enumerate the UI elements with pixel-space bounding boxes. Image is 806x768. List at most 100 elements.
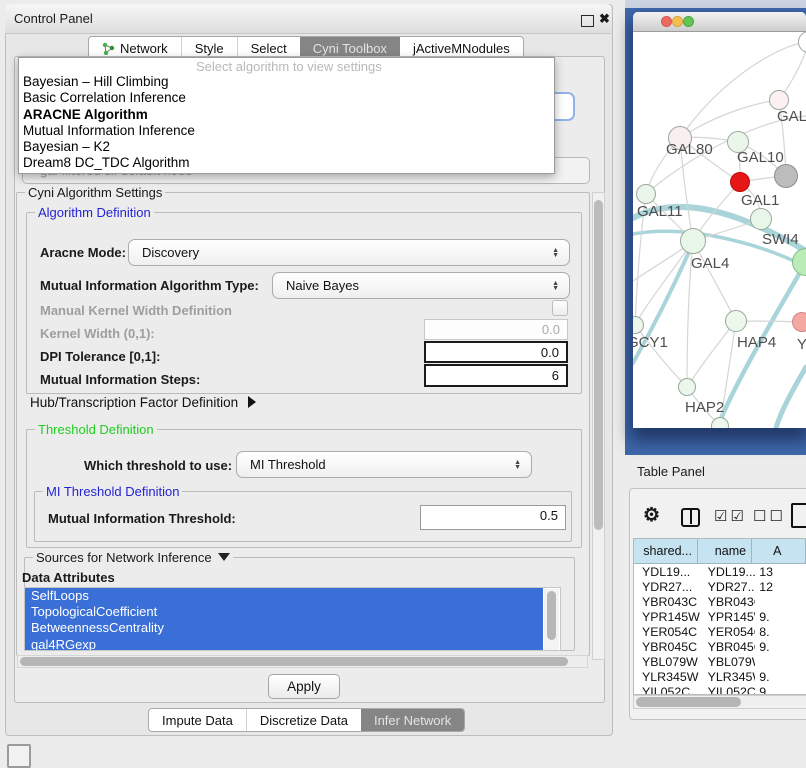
docked-panel-icon[interactable]: [7, 744, 31, 768]
table-cell: 8.: [755, 624, 806, 639]
manual-kernel-checkbox[interactable]: [552, 300, 568, 316]
mi-type-label: Mutual Information Algorithm Type:: [40, 278, 259, 293]
table-row[interactable]: YPR145WYPR145W9.: [634, 609, 806, 624]
node-label: GAL10: [737, 149, 784, 166]
aracne-mode-combobox[interactable]: Discovery ▲▼: [128, 239, 570, 266]
minimize-traffic-light-icon[interactable]: [672, 16, 683, 27]
dropdown-item[interactable]: Bayesian – K2: [19, 139, 554, 155]
mi-threshold-definition-title: MI Threshold Definition: [43, 484, 182, 499]
aracne-mode-value: Discovery: [142, 245, 199, 260]
sources-title: Sources for Network Inference: [36, 550, 212, 565]
table-cell: YIL052C: [634, 685, 700, 695]
table-cell: YER054C: [700, 624, 756, 639]
table-cell: YLR345W: [634, 670, 700, 685]
apply-button[interactable]: Apply: [268, 674, 340, 699]
checked-boxes-icon[interactable]: ☑☑: [714, 507, 747, 525]
network-node[interactable]: [711, 417, 729, 428]
tab-label: Discretize Data: [260, 713, 348, 728]
table-row[interactable]: YIL052CYIL052C9: [634, 685, 806, 695]
table-cell: YBR043C: [700, 594, 756, 609]
dpi-tolerance-field[interactable]: 0.0: [424, 341, 568, 363]
kernel-width-field[interactable]: 0.0: [424, 319, 568, 340]
table-cell: YDR27...: [634, 579, 700, 594]
control-panel-title: Control Panel: [14, 11, 93, 26]
network-node[interactable]: [792, 312, 806, 332]
manual-kernel-label: Manual Kernel Width Definition: [40, 303, 232, 318]
tab-label: Select: [251, 41, 287, 56]
table-row[interactable]: YDL19...YDL19...13: [634, 564, 806, 579]
which-threshold-combobox[interactable]: MI Threshold ▲▼: [236, 451, 532, 478]
bottom-tab-discretize-data[interactable]: Discretize Data: [246, 709, 361, 731]
table-column-header[interactable]: A: [752, 539, 806, 563]
table-cell: 12: [755, 579, 806, 594]
data-attributes-label: Data Attributes: [22, 570, 115, 585]
table-row[interactable]: YER054CYER054C8.: [634, 624, 806, 639]
table-cell: 9.: [755, 639, 806, 654]
attribute-list-item[interactable]: gal4RGexp: [25, 637, 543, 651]
bottom-tab-impute-data[interactable]: Impute Data: [149, 709, 246, 731]
table-cell: [755, 594, 806, 609]
settings-vertical-scrollbar-thumb[interactable]: [594, 200, 603, 530]
dropdown-item[interactable]: Mutual Information Inference: [19, 123, 554, 139]
network-window-titlebar[interactable]: [633, 12, 806, 32]
table-cell: YDR27...: [700, 579, 756, 594]
network-node[interactable]: [769, 90, 789, 110]
node-label: Y: [797, 336, 806, 353]
document-icon[interactable]: [791, 503, 806, 528]
node-table[interactable]: shared...nameA YDL19...YDL19...13YDR27..…: [633, 538, 806, 695]
data-attributes-list[interactable]: SelfLoopsTopologicalCoefficientBetweenne…: [24, 587, 561, 651]
table-row[interactable]: YLR345WYLR345W9.: [634, 670, 806, 685]
control-panel-titlebar: [5, 4, 611, 34]
attributes-scrollbar[interactable]: [544, 589, 559, 650]
table-column-header[interactable]: shared...: [634, 539, 698, 563]
attribute-list-item[interactable]: BetweennessCentrality: [25, 620, 543, 636]
network-node[interactable]: [678, 378, 696, 396]
dropdown-item[interactable]: Basic Correlation Inference: [19, 90, 554, 106]
tab-label: Impute Data: [162, 713, 233, 728]
network-node[interactable]: [636, 184, 656, 204]
mi-threshold-field[interactable]: 0.5: [420, 505, 566, 530]
network-node[interactable]: [730, 172, 750, 192]
mi-steps-label: Mutual Information Steps:: [40, 372, 200, 387]
zoom-traffic-light-icon[interactable]: [683, 16, 694, 27]
bottom-tab-infer-network[interactable]: Infer Network: [361, 709, 464, 731]
unchecked-boxes-icon[interactable]: ☐☐: [753, 507, 786, 525]
dropdown-item[interactable]: Bayesian – Hill Climbing: [19, 74, 554, 90]
network-canvas[interactable]: GALGAL80GAL10GAL1GAL11SWI4GAL4GCY1HAP4YH…: [633, 31, 806, 428]
table-cell: YDL19...: [700, 564, 756, 579]
table-row[interactable]: YDR27...YDR27...12: [634, 579, 806, 594]
algorithm-dropdown-popup: Select algorithm to view settings Bayesi…: [18, 57, 555, 174]
mi-type-combobox[interactable]: Naive Bayes ▲▼: [272, 272, 570, 299]
table-cell: YBL079W: [634, 655, 700, 670]
settings-horizontal-scrollbar-thumb[interactable]: [20, 657, 568, 666]
network-node[interactable]: [750, 208, 772, 230]
sources-expander[interactable]: Sources for Network Inference: [33, 550, 233, 565]
mi-steps-field[interactable]: 6: [424, 364, 568, 387]
close-icon[interactable]: ✖: [599, 11, 610, 27]
table-horizontal-scrollbar-thumb[interactable]: [636, 697, 741, 707]
table-cell: YBR045C: [700, 639, 756, 654]
dropdown-item[interactable]: Dream8 DC_TDC Algorithm: [19, 155, 554, 171]
table-column-header[interactable]: name: [698, 539, 752, 563]
network-node[interactable]: [725, 310, 747, 332]
table-panel-title: Table Panel: [637, 464, 705, 479]
float-window-icon[interactable]: [581, 15, 594, 27]
attribute-list-item[interactable]: SelfLoops: [25, 588, 543, 604]
table-cell: YBR043C: [634, 594, 700, 609]
hub-definition-expander[interactable]: Hub/Transcription Factor Definition: [30, 395, 256, 410]
collapse-arrow-icon: [218, 553, 230, 561]
gear-icon[interactable]: ⚙: [643, 504, 660, 527]
tab-label: Cyni Toolbox: [313, 41, 387, 56]
table-row[interactable]: YBR043CYBR043C: [634, 594, 806, 609]
network-node[interactable]: [680, 228, 706, 254]
algorithm-dropdown-placeholder: Select algorithm to view settings: [19, 58, 554, 74]
table-cell: 9.: [755, 609, 806, 624]
table-row[interactable]: YBL079WYBL079W: [634, 655, 806, 670]
close-traffic-light-icon[interactable]: [661, 16, 672, 27]
stepper-arrows-icon: ▲▼: [552, 248, 559, 258]
dropdown-item[interactable]: ARACNE Algorithm: [19, 107, 554, 123]
table-row[interactable]: YBR045CYBR045C9.: [634, 639, 806, 654]
columns-icon[interactable]: [681, 508, 700, 527]
attribute-list-item[interactable]: TopologicalCoefficient: [25, 604, 543, 620]
network-node[interactable]: [774, 164, 798, 188]
